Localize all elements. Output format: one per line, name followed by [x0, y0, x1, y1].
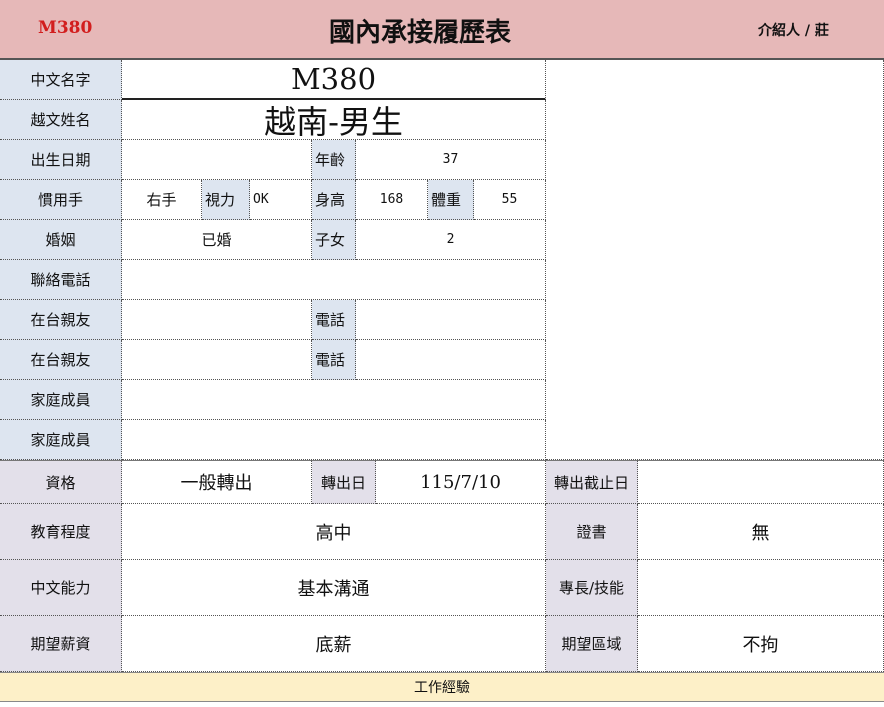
label-vn-name: 越文姓名: [0, 100, 122, 140]
value-relative-phone-2: [356, 340, 546, 380]
value-children: 2: [356, 220, 546, 260]
label-region: 期望區域: [546, 616, 638, 672]
label-hand: 慣用手: [0, 180, 122, 220]
label-chinese-ability: 中文能力: [0, 560, 122, 616]
value-transfer-deadline: [638, 460, 884, 504]
value-height: 168: [356, 180, 428, 220]
label-relative-phone-1: 電話: [312, 300, 356, 340]
label-salary: 期望薪資: [0, 616, 122, 672]
value-qualification: 一般轉出: [122, 460, 312, 504]
page-title: 國內承接履歷表: [328, 18, 511, 48]
value-education: 高中: [122, 504, 546, 560]
label-transfer-deadline: 轉出截止日: [546, 460, 638, 504]
value-skills: [638, 560, 884, 616]
label-family-1: 家庭成員: [0, 380, 122, 420]
label-vision: 視力: [202, 180, 250, 220]
value-phone: [122, 260, 546, 300]
label-skills: 專長/技能: [546, 560, 638, 616]
label-family-2: 家庭成員: [0, 420, 122, 460]
label-chinese-name: 中文名字: [0, 60, 122, 100]
label-relative-phone-2: 電話: [312, 340, 356, 380]
value-family-1: [122, 380, 546, 420]
label-relative-2: 在台親友: [0, 340, 122, 380]
label-birth: 出生日期: [0, 140, 122, 180]
label-phone: 聯絡電話: [0, 260, 122, 300]
label-height: 身高: [312, 180, 356, 220]
label-education: 教育程度: [0, 504, 122, 560]
label-children: 子女: [312, 220, 356, 260]
value-vn-name: 越南-男生: [122, 100, 546, 140]
label-relative-1: 在台親友: [0, 300, 122, 340]
value-certificate: 無: [638, 504, 884, 560]
label-weight: 體重: [428, 180, 474, 220]
value-transfer-date: 115/7/10: [376, 460, 546, 504]
work-experience-header: 工作經驗: [0, 672, 884, 702]
value-region: 不拘: [638, 616, 884, 672]
value-relative-2: [122, 340, 312, 380]
label-age: 年齡: [312, 140, 356, 180]
value-chinese-ability: 基本溝通: [122, 560, 546, 616]
value-family-2: [122, 420, 546, 460]
value-marriage: 已婚: [122, 220, 312, 260]
introducer-label: 介紹人 / 莊: [758, 23, 829, 39]
value-weight: 55: [474, 180, 546, 220]
value-relative-phone-1: [356, 300, 546, 340]
value-chinese-name: M380: [122, 60, 546, 100]
value-hand: 右手: [122, 180, 202, 220]
value-birth: [122, 140, 312, 180]
value-age: 37: [356, 140, 546, 180]
value-vision: OK: [250, 180, 312, 220]
label-marriage: 婚姻: [0, 220, 122, 260]
value-salary: 底薪: [122, 616, 546, 672]
label-transfer-date: 轉出日: [312, 460, 376, 504]
label-certificate: 證書: [546, 504, 638, 560]
photo-area: [546, 60, 884, 460]
value-relative-1: [122, 300, 312, 340]
label-qualification: 資格: [0, 460, 122, 504]
